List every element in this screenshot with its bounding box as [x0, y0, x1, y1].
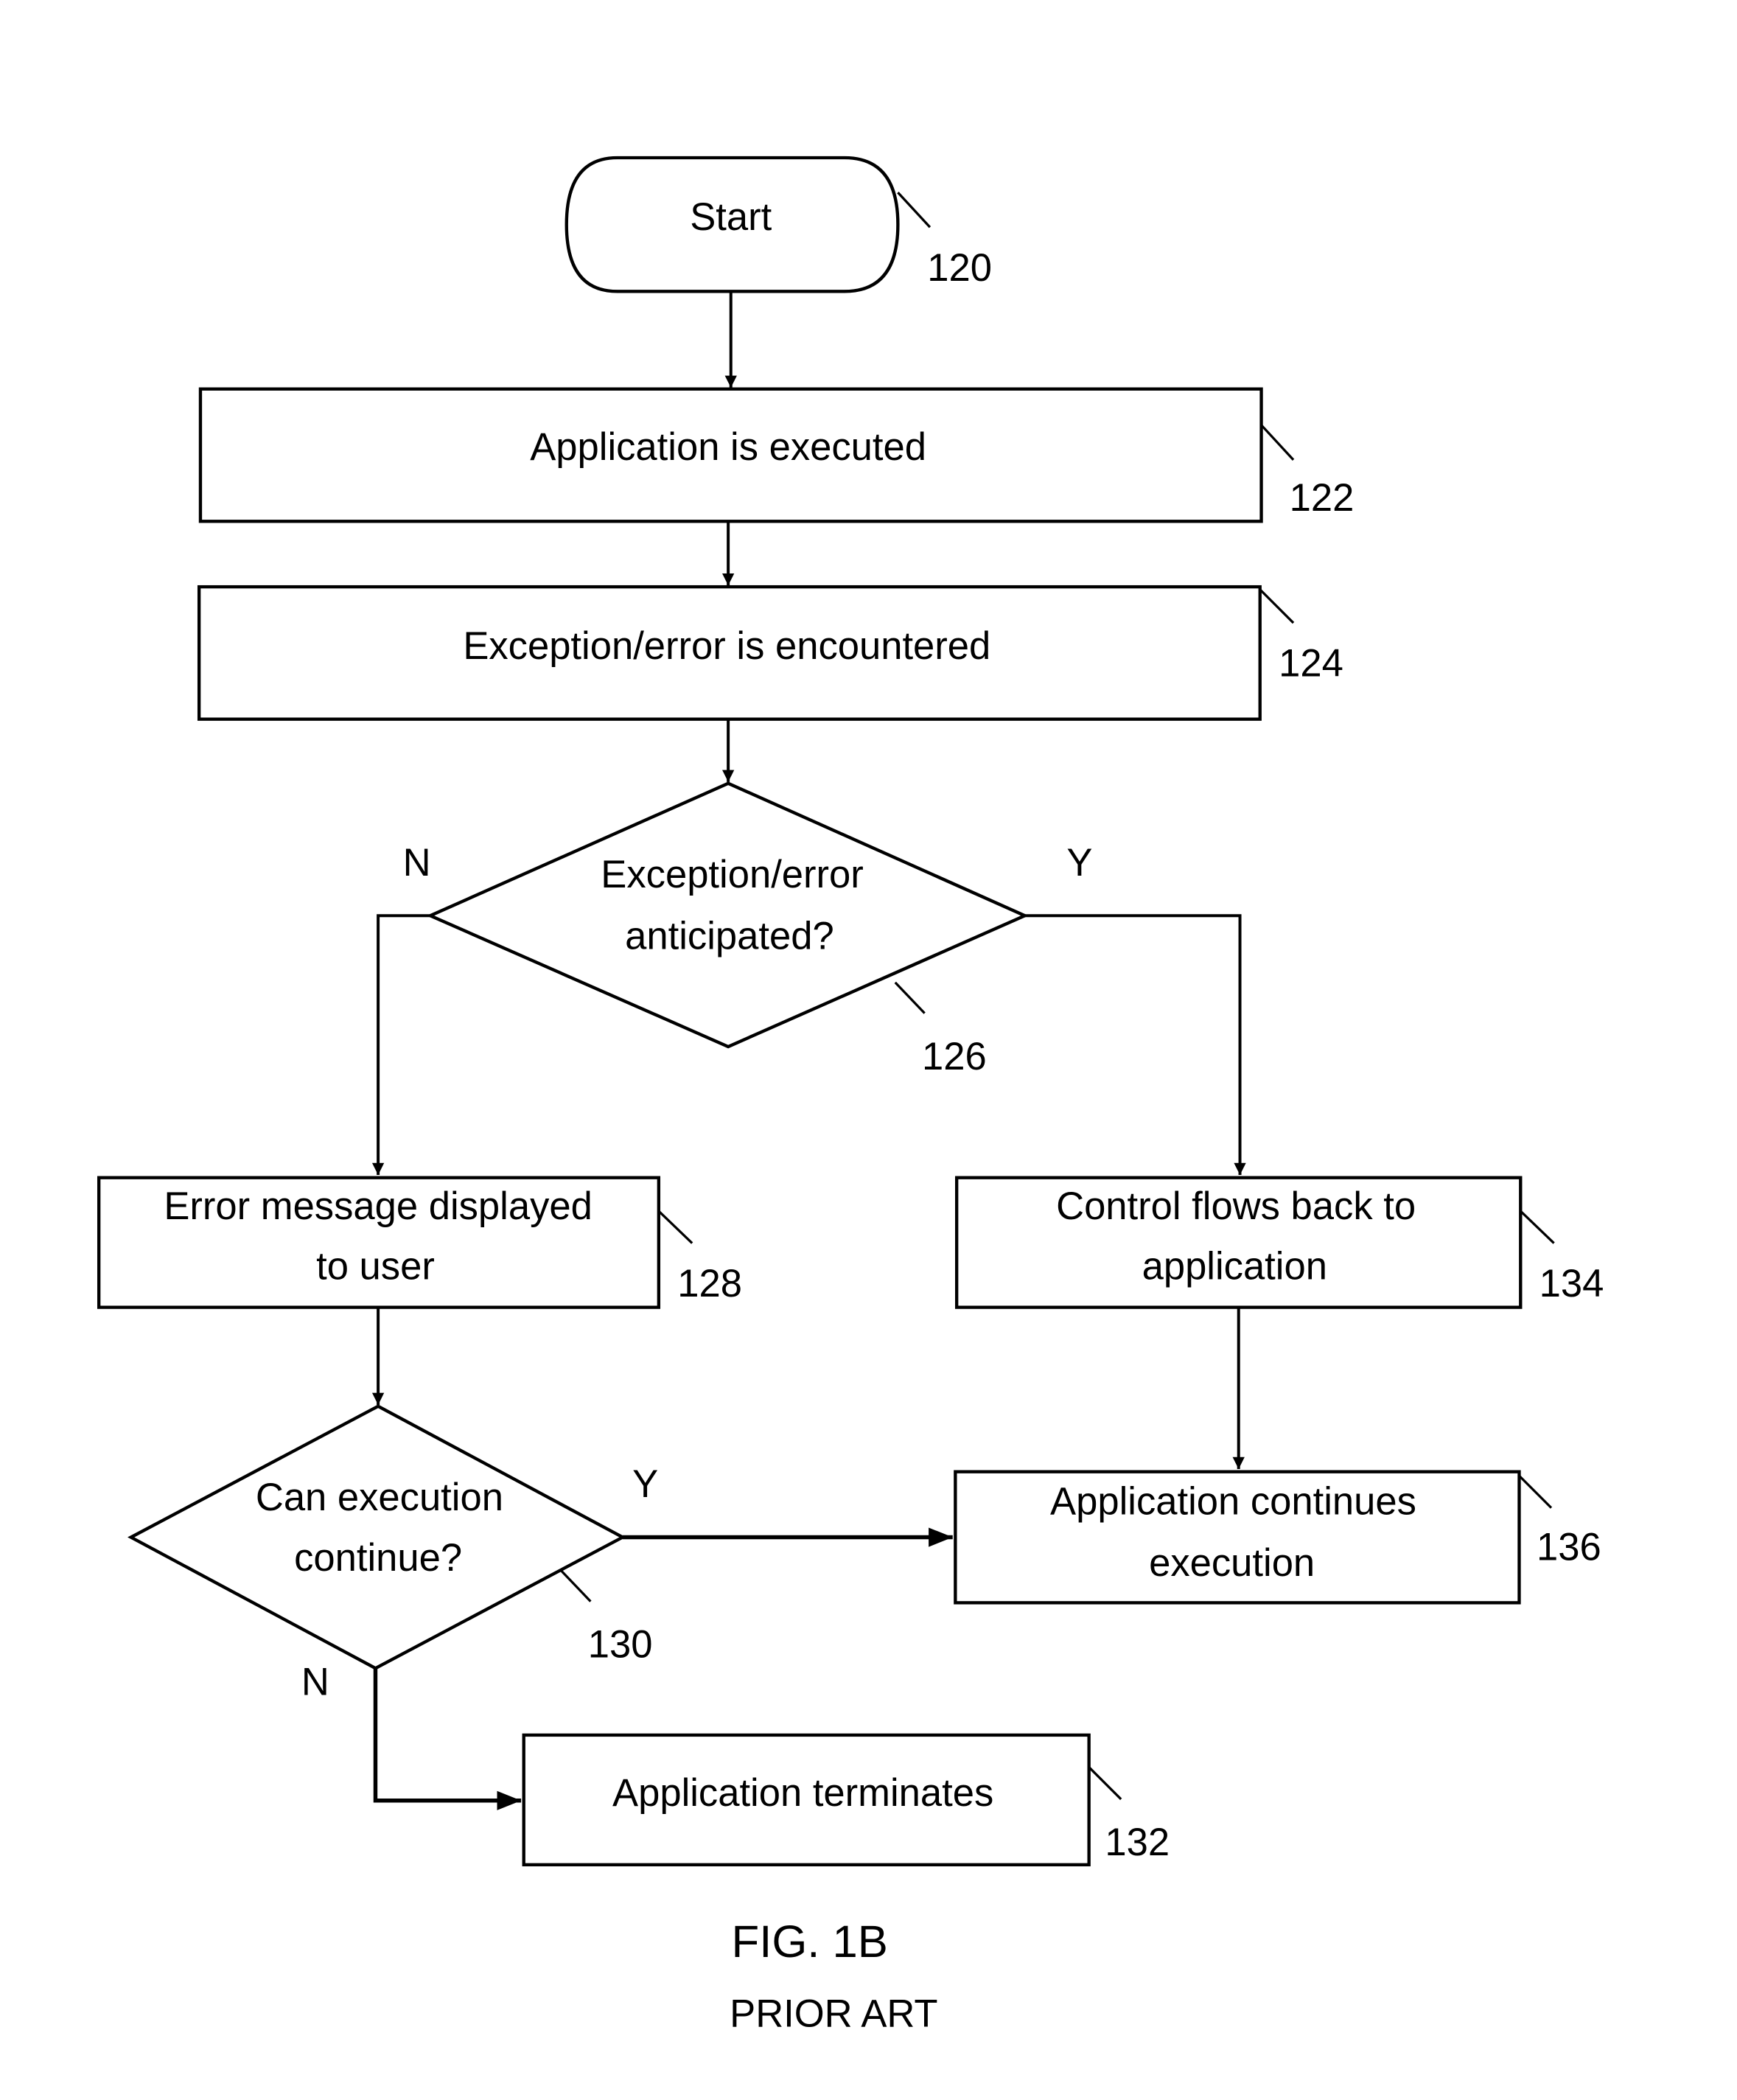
start-label: Start [690, 195, 772, 239]
ref-leader-130 [560, 1569, 592, 1602]
branch-label-continue-no: N [301, 1661, 329, 1704]
ref-132: 132 [1105, 1821, 1170, 1864]
arrow-126-yes-to-134 [1024, 914, 1246, 1176]
ref-leader-136 [1518, 1474, 1553, 1509]
process-error-message: Error message displayed to user 128 [97, 1176, 742, 1309]
ref-124: 124 [1279, 642, 1343, 686]
ref-leader-128 [657, 1210, 693, 1244]
control-back-line-2: application [1142, 1245, 1327, 1288]
can-continue-line-2: continue? [294, 1536, 462, 1580]
process-exception-encountered: Exception/error is encountered 124 [197, 585, 1343, 721]
app-terminates-label: Application terminates [612, 1771, 993, 1815]
ref-128: 128 [677, 1262, 742, 1305]
start-node: Start 120 [565, 156, 992, 293]
figure-subcaption: PRIOR ART [730, 1992, 937, 2035]
error-message-line-2: to user [316, 1245, 435, 1288]
anticipated-line-2: anticipated? [625, 915, 834, 958]
process-control-back: Control flows back to application 134 [954, 1176, 1604, 1309]
can-continue-line-1: Can execution [256, 1476, 503, 1519]
error-message-line-1: Error message displayed [164, 1185, 592, 1228]
ref-120: 120 [927, 246, 992, 290]
decision-can-continue: Can execution continue? 130 [127, 1404, 653, 1670]
app-continues-line-1: Application continues [1050, 1480, 1416, 1524]
ref-leader-134 [1520, 1210, 1555, 1244]
ref-130: 130 [588, 1623, 653, 1667]
arrow-130-no-to-132 [373, 1668, 522, 1810]
ref-136: 136 [1537, 1525, 1601, 1569]
branch-label-anticipated-no: N [403, 841, 431, 885]
process-app-continues: Application continues execution 136 [954, 1470, 1601, 1605]
ref-leader-126 [894, 981, 926, 1014]
flowchart: Start 120 Application is executed 122 Ex… [97, 156, 1604, 2035]
ref-leader-132 [1088, 1766, 1122, 1801]
control-back-line-1: Control flows back to [1056, 1185, 1416, 1228]
ref-122: 122 [1290, 476, 1355, 520]
process-app-terminates: Application terminates 132 [522, 1733, 1170, 1867]
app-continues-line-2: execution [1149, 1541, 1315, 1585]
decision-anticipated: Exception/error anticipated? 126 [426, 781, 1029, 1078]
exception-encountered-label: Exception/error is encountered [463, 624, 990, 668]
branch-label-anticipated-yes: Y [1066, 841, 1092, 885]
ref-134: 134 [1539, 1262, 1604, 1305]
process-app-executed: Application is executed 122 [198, 387, 1355, 523]
app-executed-label: Application is executed [530, 425, 926, 469]
ref-leader-120 [897, 192, 932, 229]
ref-126: 126 [922, 1035, 987, 1078]
figure-caption: FIG. 1B [732, 1916, 888, 1967]
anticipated-line-1: Exception/error [601, 853, 863, 896]
arrow-126-no-to-128 [371, 914, 430, 1176]
ref-leader-122 [1260, 424, 1295, 461]
ref-leader-124 [1259, 588, 1295, 624]
branch-label-continue-yes: Y [632, 1462, 658, 1506]
